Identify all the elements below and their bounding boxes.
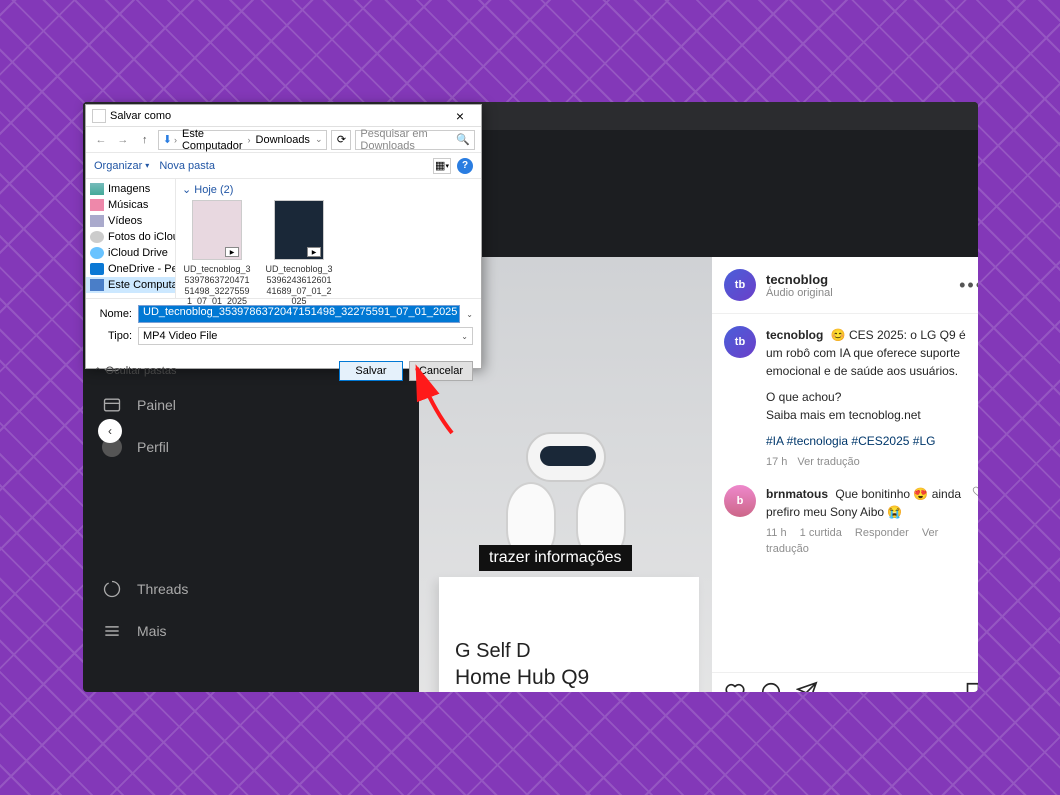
- thumbnail: ▶: [192, 200, 242, 260]
- close-icon[interactable]: ×: [445, 108, 475, 124]
- comment-icon[interactable]: [760, 681, 782, 692]
- like-comment-icon[interactable]: [972, 485, 978, 558]
- avatar[interactable]: tb: [724, 326, 756, 358]
- panel-icon: [101, 394, 123, 416]
- video-robot: [496, 432, 636, 612]
- comment: b brnmatous Que bonitinho 😍 ainda prefir…: [724, 485, 978, 558]
- refresh-icon[interactable]: ⟳: [331, 130, 351, 150]
- forward-icon[interactable]: →: [114, 131, 132, 149]
- save-as-dialog: Salvar como × ← → ↑ ⬇ › Este Computador …: [85, 104, 482, 369]
- folder-tree: Imagens Músicas Vídeos Fotos do iCloud i…: [86, 179, 176, 298]
- tree-item-selected[interactable]: Este Computador: [86, 277, 175, 293]
- search-icon: 🔍: [456, 133, 470, 146]
- type-label: Tipo:: [94, 330, 132, 342]
- tree-item[interactable]: iCloud Drive: [86, 245, 175, 261]
- cancel-button[interactable]: Cancelar: [409, 361, 473, 381]
- dialog-toolbar: Organizar ▾ Nova pasta ▦ ▾ ?: [86, 153, 481, 179]
- back-icon[interactable]: ←: [92, 131, 110, 149]
- post-caption: tb tecnoblog 😊 CES 2025: o LG Q9 é um ro…: [724, 326, 978, 471]
- tree-item[interactable]: Fotos do iCloud: [86, 229, 175, 245]
- tree-item[interactable]: Músicas: [86, 197, 175, 213]
- dialog-body: Imagens Músicas Vídeos Fotos do iCloud i…: [86, 179, 481, 299]
- post-actions: 55 curtidas há 17 horas: [712, 672, 978, 692]
- post-body: tb tecnoblog 😊 CES 2025: o LG Q9 é um ro…: [712, 314, 978, 672]
- back-button[interactable]: ‹: [98, 419, 122, 443]
- post-username[interactable]: tecnoblog: [766, 272, 833, 287]
- avatar[interactable]: b: [724, 485, 756, 517]
- download-icon: ⬇: [163, 133, 172, 146]
- dialog-nav: ← → ↑ ⬇ › Este Computador › Downloads ⌄ …: [86, 127, 481, 153]
- hashtags[interactable]: #IA #tecnologia #CES2025 #LG: [766, 432, 978, 450]
- breadcrumb[interactable]: ⬇ › Este Computador › Downloads ⌄: [158, 130, 328, 150]
- nav-label: Threads: [137, 581, 188, 597]
- dialog-fields: Nome: UD_tecnoblog_3539786372047151498_3…: [86, 299, 481, 355]
- post-header: tb tecnoblog Áudio original •••: [712, 257, 978, 314]
- threads-icon: [101, 578, 123, 600]
- group-header[interactable]: ⌄ Hoje (2): [182, 183, 475, 196]
- new-folder-button[interactable]: Nova pasta: [159, 160, 215, 172]
- dialog-footer: ⌃ Ocultar pastas Salvar Cancelar: [86, 355, 481, 387]
- nav-label: Perfil: [137, 439, 169, 455]
- file-pane: ⌄ Hoje (2) ▶ UD_tecnoblog_35397863720471…: [176, 179, 481, 298]
- up-icon[interactable]: ↑: [136, 131, 154, 149]
- hide-folders-button[interactable]: ⌃ Ocultar pastas: [94, 365, 176, 377]
- video-caption-chip: trazer informações: [479, 545, 632, 571]
- save-button[interactable]: Salvar: [339, 361, 403, 381]
- menu-icon: [101, 620, 123, 642]
- tree-item[interactable]: Imagens: [86, 181, 175, 197]
- save-icon[interactable]: [962, 681, 978, 692]
- pedestal-text: G Self D Home Hub Q9: [455, 638, 589, 691]
- post-modal: G Self D Home Hub Q9 trazer informações …: [419, 257, 978, 692]
- like-icon[interactable]: [724, 681, 746, 692]
- nav-more[interactable]: Mais: [87, 610, 329, 652]
- search-input[interactable]: Pesquisar em Downloads 🔍: [355, 130, 475, 150]
- nav-panel[interactable]: Painel: [87, 384, 329, 426]
- view-mode-button[interactable]: ▦ ▾: [433, 158, 451, 174]
- tree-item[interactable]: OneDrive - Person: [86, 261, 175, 277]
- nav-label: Painel: [137, 397, 176, 413]
- filename-input[interactable]: UD_tecnoblog_3539786372047151498_3227559…: [138, 305, 460, 323]
- post-sidebar: tb tecnoblog Áudio original ••• tb tecno…: [712, 257, 978, 692]
- more-icon[interactable]: •••: [959, 275, 978, 296]
- dialog-titlebar: Salvar como ×: [86, 105, 481, 127]
- dialog-title: Salvar como: [110, 110, 171, 122]
- app-icon: [92, 109, 106, 123]
- help-icon[interactable]: ?: [457, 158, 473, 174]
- file-item[interactable]: ▶ UD_tecnoblog_3539624361260141689_07_01…: [264, 200, 334, 307]
- share-icon[interactable]: [796, 681, 818, 692]
- nav-profile[interactable]: Perfil: [87, 426, 329, 468]
- nav-threads[interactable]: Threads: [87, 568, 329, 610]
- type-select[interactable]: MP4 Video File⌄: [138, 327, 473, 345]
- tree-item[interactable]: Vídeos: [86, 213, 175, 229]
- chevron-down-icon[interactable]: ⌄: [466, 310, 473, 319]
- post-audio[interactable]: Áudio original: [766, 287, 833, 299]
- avatar[interactable]: tb: [724, 269, 756, 301]
- thumbnail: ▶: [274, 200, 324, 260]
- nav-label: Mais: [137, 623, 167, 639]
- file-item[interactable]: ▶ UD_tecnoblog_3539786372047151498_32275…: [182, 200, 252, 307]
- organize-button[interactable]: Organizar ▾: [94, 160, 149, 172]
- name-label: Nome:: [94, 308, 132, 320]
